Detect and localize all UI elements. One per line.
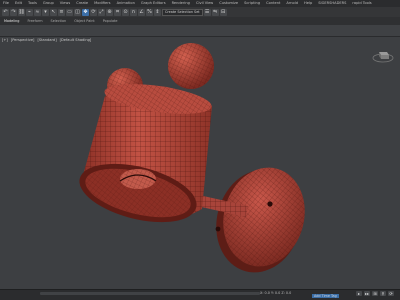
ribbon-tab-modeling[interactable]: Modeling bbox=[0, 17, 23, 25]
menu-item-help[interactable]: Help bbox=[301, 0, 315, 7]
selection-set-icon[interactable]: ☰ bbox=[203, 8, 211, 16]
unlink-icon[interactable]: ⌁ bbox=[26, 8, 33, 16]
scale-icon[interactable]: ⤢ bbox=[98, 8, 105, 16]
time-tag-button[interactable]: Add Time Tag bbox=[312, 294, 339, 298]
select-filter-icon[interactable]: ▾ bbox=[42, 8, 49, 16]
menu-item-edit[interactable]: Edit bbox=[12, 0, 25, 7]
ribbon-tab-freeform[interactable]: Freeform bbox=[23, 17, 46, 25]
pivot-icon[interactable]: ⊙ bbox=[122, 8, 129, 16]
move-icon[interactable]: ✥ bbox=[82, 8, 89, 16]
wall-plate bbox=[215, 167, 305, 273]
menu-item-customize[interactable]: Customize bbox=[216, 0, 241, 7]
menu-item-graph-editors[interactable]: Graph Editors bbox=[138, 0, 169, 7]
menu-item-create[interactable]: Create bbox=[73, 0, 91, 7]
large-sphere bbox=[168, 43, 214, 89]
menu-item-group[interactable]: Group bbox=[40, 0, 57, 7]
rotate-icon[interactable]: ⟳ bbox=[90, 8, 97, 16]
mesh-scene bbox=[79, 43, 305, 273]
menu-item-sigershaders[interactable]: SIGERSHADERS bbox=[315, 0, 349, 7]
next-frame-button[interactable]: ▸▸ bbox=[364, 291, 370, 296]
select-icon[interactable]: ↖ bbox=[50, 8, 57, 16]
align-icon[interactable]: ⊟ bbox=[219, 8, 227, 16]
timeline-bar: X: 0.0 Y: 0.0 Z: 0.0 ▸ ▸▸ ⊞ ⚲ ⟳ bbox=[0, 289, 400, 300]
zoom-button[interactable]: ⚲ bbox=[380, 291, 386, 296]
key-mode-button[interactable]: ⊞ bbox=[372, 291, 378, 296]
main-toolbar: ↶ ↷ ⛓ ⌁ ≈ ▾ ↖ ≡ ▭ ◫ ✥ ⟳ ⤢ ⊕ ⌗ ⊙ ∩ ∠% ⇕ Create Selection Set… bbox=[0, 7, 400, 17]
menu-item-views[interactable]: Views bbox=[57, 0, 73, 7]
bind-icon[interactable]: ≈ bbox=[34, 8, 41, 16]
perspective-viewport[interactable]: [+] [Perspective] [Standard] [Default Shadi… bbox=[0, 36, 400, 290]
menu-item-file[interactable]: File bbox=[0, 0, 12, 7]
menu-item-scripting[interactable]: Scripting bbox=[241, 0, 263, 7]
ref-coord-icon[interactable]: ⌗ bbox=[114, 8, 121, 16]
menu-item-arnold[interactable]: Arnold bbox=[283, 0, 301, 7]
angle-snap-icon[interactable]: ∠ bbox=[138, 8, 145, 16]
menu-item-modifiers[interactable]: Modifiers bbox=[91, 0, 113, 7]
ribbon-tab-selection[interactable]: Selection bbox=[47, 17, 71, 25]
undo-icon[interactable]: ↶ bbox=[2, 8, 9, 16]
rect-select-icon[interactable]: ▭ bbox=[66, 8, 73, 16]
placement-icon[interactable]: ⊕ bbox=[106, 8, 113, 16]
menu-bar: File Edit Tools Group Views Create Modifiers An… bbox=[0, 0, 400, 7]
redo-icon[interactable]: ↷ bbox=[10, 8, 17, 16]
snap-icon[interactable]: ∩ bbox=[130, 8, 137, 16]
spinner-snap-icon[interactable]: ⇕ bbox=[154, 8, 161, 16]
menu-item-civil-view[interactable]: Civil View bbox=[193, 0, 216, 7]
ribbon-tab-object-paint[interactable]: Object Paint bbox=[70, 17, 99, 25]
menu-item-tools[interactable]: Tools bbox=[25, 0, 40, 7]
ribbon-tabs: Modeling Freeform Selection Object Paint Pop… bbox=[0, 17, 400, 25]
play-button[interactable]: ▸ bbox=[356, 291, 362, 296]
ribbon-tab-populate[interactable]: Populate bbox=[99, 17, 122, 25]
mirror-icon[interactable]: ⇋ bbox=[211, 8, 219, 16]
select-name-icon[interactable]: ≡ bbox=[58, 8, 65, 16]
menu-item-animation[interactable]: Animation bbox=[114, 0, 138, 7]
orbit-button[interactable]: ⟳ bbox=[388, 291, 394, 296]
menu-item-rendering[interactable]: Rendering bbox=[169, 0, 193, 7]
coord-readout: X: 0.0 Y: 0.0 Z: 0.0 bbox=[260, 291, 292, 295]
link-icon[interactable]: ⛓ bbox=[18, 8, 25, 16]
window-crossing-icon[interactable]: ◫ bbox=[74, 8, 81, 16]
selection-set-dropdown[interactable]: Create Selection Set bbox=[162, 8, 203, 16]
lamp-shade bbox=[79, 84, 212, 223]
percent-snap-icon[interactable]: % bbox=[146, 8, 153, 16]
3dsmax-window: { "menu": { "items": ["File","Edit","Too… bbox=[0, 0, 400, 300]
time-slider[interactable] bbox=[40, 292, 260, 295]
menu-item-content[interactable]: Content bbox=[263, 0, 283, 7]
menu-item-rapid-tools[interactable]: rapid Tools bbox=[349, 0, 374, 7]
